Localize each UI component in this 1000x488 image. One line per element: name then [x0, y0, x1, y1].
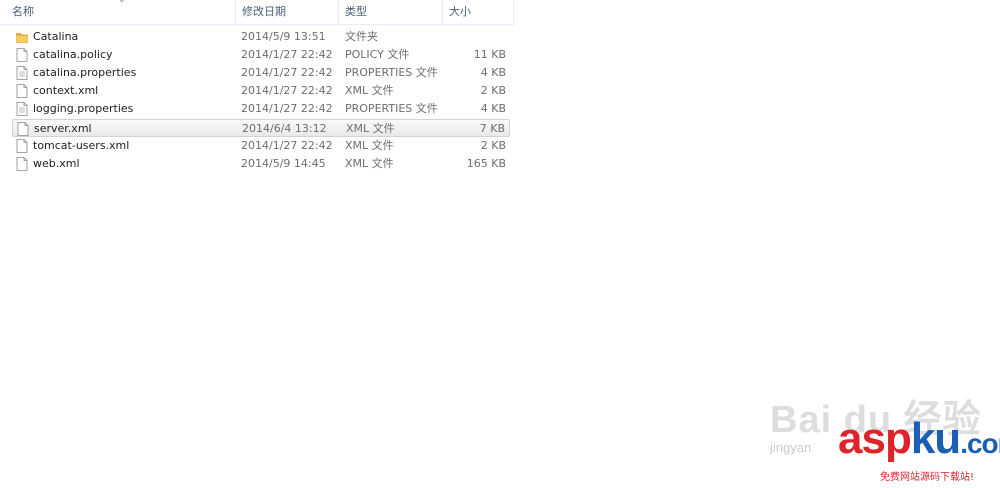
file-row-catalina-properties[interactable]: catalina.properties 2014/1/27 22:42 PROP…: [12, 64, 510, 82]
file-type: PROPERTIES 文件: [345, 102, 438, 115]
file-size: 11 KB: [473, 48, 506, 61]
file-name: web.xml: [33, 157, 80, 170]
file-date: 2014/6/4 13:12: [242, 122, 327, 135]
file-date: 2014/1/27 22:42: [241, 139, 333, 152]
file-row-catalina-policy[interactable]: catalina.policy 2014/1/27 22:42 POLICY 文…: [12, 46, 510, 64]
file-type: POLICY 文件: [345, 48, 410, 61]
file-row-tomcat-users-xml[interactable]: tomcat-users.xml 2014/1/27 22:42 XML 文件 …: [12, 137, 510, 155]
file-icon: [16, 102, 28, 116]
file-type: XML 文件: [345, 84, 394, 97]
file-name: tomcat-users.xml: [33, 139, 130, 152]
file-row-web-xml[interactable]: web.xml 2014/5/9 14:45 XML 文件 165 KB: [12, 155, 510, 173]
file-name: Catalina: [33, 30, 79, 43]
column-header-size[interactable]: 大小: [443, 0, 514, 24]
file-type: 文件夹: [345, 30, 378, 43]
column-header-date[interactable]: 修改日期: [236, 0, 339, 24]
file-explorer: 名称 ⌄ 修改日期 类型 大小 Catalina 2014/5/9 13:51 …: [0, 0, 1000, 488]
file-icon: [16, 139, 28, 153]
folder-icon: [16, 33, 28, 43]
column-header-bar: 名称 ⌄ 修改日期 类型 大小: [0, 0, 514, 25]
file-type: XML 文件: [345, 139, 394, 152]
file-row-context-xml[interactable]: context.xml 2014/1/27 22:42 XML 文件 2 KB: [12, 82, 510, 100]
file-row-logging-properties[interactable]: logging.properties 2014/1/27 22:42 PROPE…: [12, 100, 510, 118]
jingyan-text: jingyan: [770, 440, 812, 455]
file-date: 2014/1/27 22:42: [241, 48, 333, 61]
file-icon: [16, 48, 28, 62]
column-header-type[interactable]: 类型: [339, 0, 443, 24]
file-size: 2 KB: [480, 139, 506, 152]
file-icon: [16, 84, 28, 98]
file-size: 4 KB: [480, 66, 506, 79]
file-name: catalina.policy: [33, 48, 113, 61]
file-name: logging.properties: [33, 102, 134, 115]
aspku-logo: aspku.com: [838, 414, 1000, 463]
file-type: XML 文件: [345, 157, 394, 170]
file-name: context.xml: [33, 84, 99, 97]
file-type: PROPERTIES 文件: [345, 66, 438, 79]
file-date: 2014/1/27 22:42: [241, 66, 333, 79]
file-name: server.xml: [34, 122, 92, 135]
file-type: XML 文件: [346, 122, 395, 135]
file-date: 2014/1/27 22:42: [241, 84, 333, 97]
file-date: 2014/1/27 22:42: [241, 102, 333, 115]
file-icon: [17, 122, 29, 136]
file-size: 2 KB: [480, 84, 506, 97]
file-size: 165 KB: [466, 157, 506, 170]
file-row-catalina[interactable]: Catalina 2014/5/9 13:51 文件夹: [12, 28, 510, 46]
file-name: catalina.properties: [33, 66, 137, 79]
file-date: 2014/5/9 14:45: [241, 157, 326, 170]
sort-arrow-icon: ⌄: [118, 0, 126, 5]
file-size: 7 KB: [479, 122, 505, 135]
file-size: 4 KB: [480, 102, 506, 115]
file-row-server-xml[interactable]: server.xml 2014/6/4 13:12 XML 文件 7 KB: [12, 119, 510, 137]
file-icon: [16, 157, 28, 171]
file-date: 2014/5/9 13:51: [241, 30, 326, 43]
aspku-tagline: 免费网站源码下载站!: [880, 472, 975, 483]
watermark: Bai du 经验 jingyan aspku.com 免费网站源码下载站!: [760, 368, 1000, 488]
file-icon: [16, 66, 28, 80]
